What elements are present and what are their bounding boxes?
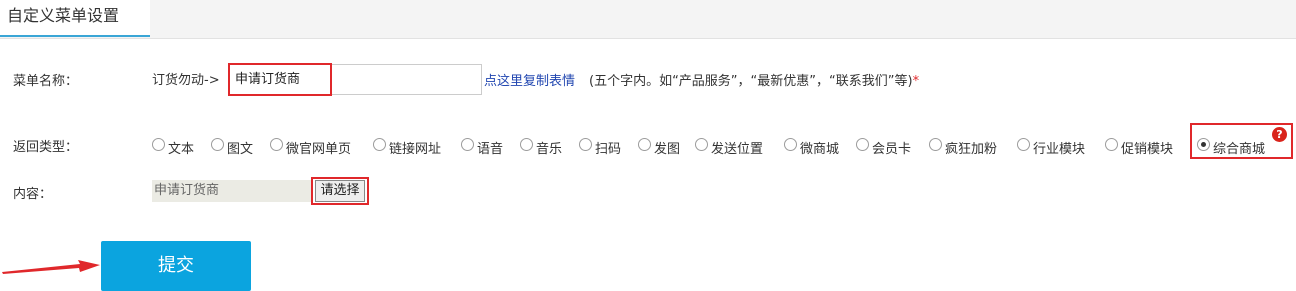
radio-voice[interactable]: 语音 [461,134,504,157]
radio-circle-selected[interactable] [1197,137,1210,151]
radio-label: 发送位置 [711,141,764,157]
radio-circle[interactable] [579,137,592,151]
radio-text[interactable]: 文本 [152,134,195,157]
hint-text: (五个字内。如“产品服务”，“最新优惠”，“联系我们”等) [589,74,913,89]
radio-send-image[interactable]: 发图 [638,134,681,157]
menu-name-prefix: 订货勿动-> [152,73,220,88]
radio-circle[interactable] [520,137,533,151]
choose-button[interactable]: 请选择 [315,180,365,202]
radio-label: 会员卡 [872,141,912,157]
content-label: 内容： [13,187,53,202]
radio-member-card[interactable]: 会员卡 [856,134,912,157]
radio-label: 行业模块 [1033,141,1086,157]
radio-send-location[interactable]: 发送位置 [695,134,764,157]
radio-general-mall[interactable]: 综合商城 [1197,134,1266,157]
radio-circle[interactable] [784,137,797,151]
radio-industry-module[interactable]: 行业模块 [1017,134,1086,157]
radio-link-url[interactable]: 链接网址 [373,134,442,157]
required-mark: * [912,74,920,89]
arrow-annotation-icon [2,260,100,274]
radio-circle[interactable] [1105,137,1118,151]
radio-label: 微官网单页 [286,141,352,157]
radio-label: 扫码 [595,141,622,157]
radio-label: 音乐 [536,141,563,157]
radio-micro-site-page[interactable]: 微官网单页 [270,134,352,157]
copy-emoji-link[interactable]: 点这里复制表情 [484,70,575,89]
radio-label: 促销模块 [1121,141,1174,157]
radio-micro-mall[interactable]: 微商城 [784,134,840,157]
radio-circle[interactable] [1017,137,1030,151]
menu-name-input[interactable]: 申请订货商 [228,64,482,95]
radio-circle[interactable] [211,137,224,151]
radio-label: 链接网址 [389,141,442,157]
radio-circle[interactable] [152,137,165,151]
radio-label: 微商城 [800,141,840,157]
radio-circle[interactable] [929,137,942,151]
radio-circle[interactable] [856,137,869,151]
radio-promotion-module[interactable]: 促销模块 [1105,134,1174,157]
menu-name-label: 菜单名称： [13,74,79,89]
radio-label: 发图 [654,141,681,157]
content-value-field: 申请订货商 [152,180,312,202]
radio-circle[interactable] [461,137,474,151]
radio-label: 疯狂加粉 [945,141,998,157]
radio-circle[interactable] [695,137,708,151]
radio-circle[interactable] [270,137,283,151]
top-bar: 自定义菜单设置 [0,0,1296,39]
radio-image-text[interactable]: 图文 [211,134,254,157]
help-icon[interactable]: ? [1272,127,1287,142]
radio-label: 文本 [168,141,195,157]
tab-custom-menu-settings[interactable]: 自定义菜单设置 [0,0,150,37]
radio-scan[interactable]: 扫码 [579,134,622,157]
radio-circle[interactable] [638,137,651,151]
arrow-shape [2,260,100,274]
radio-music[interactable]: 音乐 [520,134,563,157]
radio-label: 图文 [227,141,254,157]
submit-button[interactable]: 提交 [101,241,251,291]
radio-label: 语音 [477,141,504,157]
menu-name-hint: (五个字内。如“产品服务”，“最新优惠”，“联系我们”等)* [589,70,919,89]
return-type-label: 返回类型： [13,140,79,155]
radio-label: 综合商城 [1213,141,1266,157]
radio-crazy-followers[interactable]: 疯狂加粉 [929,134,998,157]
radio-circle[interactable] [373,137,386,151]
